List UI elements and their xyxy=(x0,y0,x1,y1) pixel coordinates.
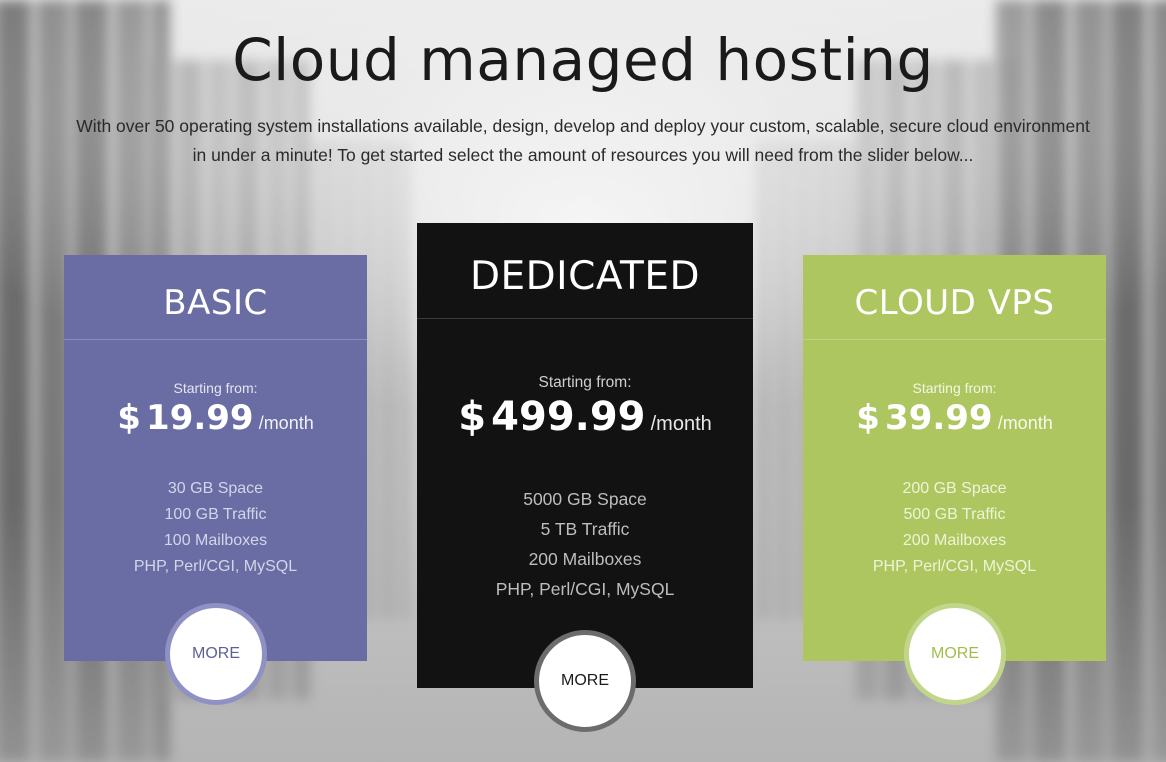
subtitle-line-1: With over 50 operating system installati… xyxy=(76,116,1090,136)
price-amount: 19.99 xyxy=(146,398,254,438)
feature-item: PHP, Perl/CGI, MySQL xyxy=(133,558,298,575)
subtitle-line-2: in under a minute! To get started select… xyxy=(192,145,974,165)
plan-card-cloud-vps: CLOUD VPS Starting from: $ 39.99 /month … xyxy=(803,255,1106,661)
feature-item: 200 GB Space xyxy=(902,480,1007,497)
page-subtitle: With over 50 operating system installati… xyxy=(10,112,1156,170)
feature-item: PHP, Perl/CGI, MySQL xyxy=(872,558,1037,575)
feature-list: 30 GB Space 100 GB Traffic 100 Mailboxes… xyxy=(64,476,367,580)
price-currency: $ xyxy=(117,398,141,438)
more-button-cloud-vps[interactable]: MORE xyxy=(904,603,1006,705)
feature-item: 500 GB Traffic xyxy=(903,506,1006,523)
starting-label: Starting from: xyxy=(173,380,258,396)
starting-label: Starting from: xyxy=(912,380,997,396)
feature-list: 200 GB Space 500 GB Traffic 200 Mailboxe… xyxy=(803,476,1106,580)
plan-name: CLOUD VPS xyxy=(854,283,1055,323)
divider xyxy=(417,318,753,319)
plan-card-basic: BASIC Starting from: $ 19.99 /month 30 G… xyxy=(64,255,367,661)
feature-item: 200 Mailboxes xyxy=(902,532,1007,549)
price-currency: $ xyxy=(458,394,487,440)
feature-item: 5000 GB Space xyxy=(523,489,647,509)
plan-name: DEDICATED xyxy=(469,254,701,299)
plan-name: BASIC xyxy=(163,283,268,323)
feature-item: 30 GB Space xyxy=(167,480,264,497)
price-period: /month xyxy=(997,413,1053,433)
feature-list: 5000 GB Space 5 TB Traffic 200 Mailboxes… xyxy=(417,484,753,604)
feature-item: PHP, Perl/CGI, MySQL xyxy=(495,579,675,599)
feature-item: 100 Mailboxes xyxy=(163,532,268,549)
page-title: Cloud managed hosting xyxy=(232,26,934,94)
feature-item: 100 GB Traffic xyxy=(164,506,267,523)
feature-item: 200 Mailboxes xyxy=(528,549,642,569)
price-row: $ 39.99 /month xyxy=(803,398,1106,438)
price-currency: $ xyxy=(856,398,880,438)
plan-card-dedicated: DEDICATED Starting from: $ 499.99 /month… xyxy=(417,223,753,688)
more-button-dedicated[interactable]: MORE xyxy=(534,630,636,732)
more-button-basic[interactable]: MORE xyxy=(165,603,267,705)
price-row: $ 19.99 /month xyxy=(64,398,367,438)
starting-label: Starting from: xyxy=(538,374,632,391)
price-period: /month xyxy=(258,413,314,433)
price-amount: 39.99 xyxy=(885,398,993,438)
price-period: /month xyxy=(650,413,712,435)
price-row: $ 499.99 /month xyxy=(417,394,753,440)
divider xyxy=(64,339,367,340)
feature-item: 5 TB Traffic xyxy=(540,519,630,539)
price-amount: 499.99 xyxy=(491,394,646,440)
divider xyxy=(803,339,1106,340)
